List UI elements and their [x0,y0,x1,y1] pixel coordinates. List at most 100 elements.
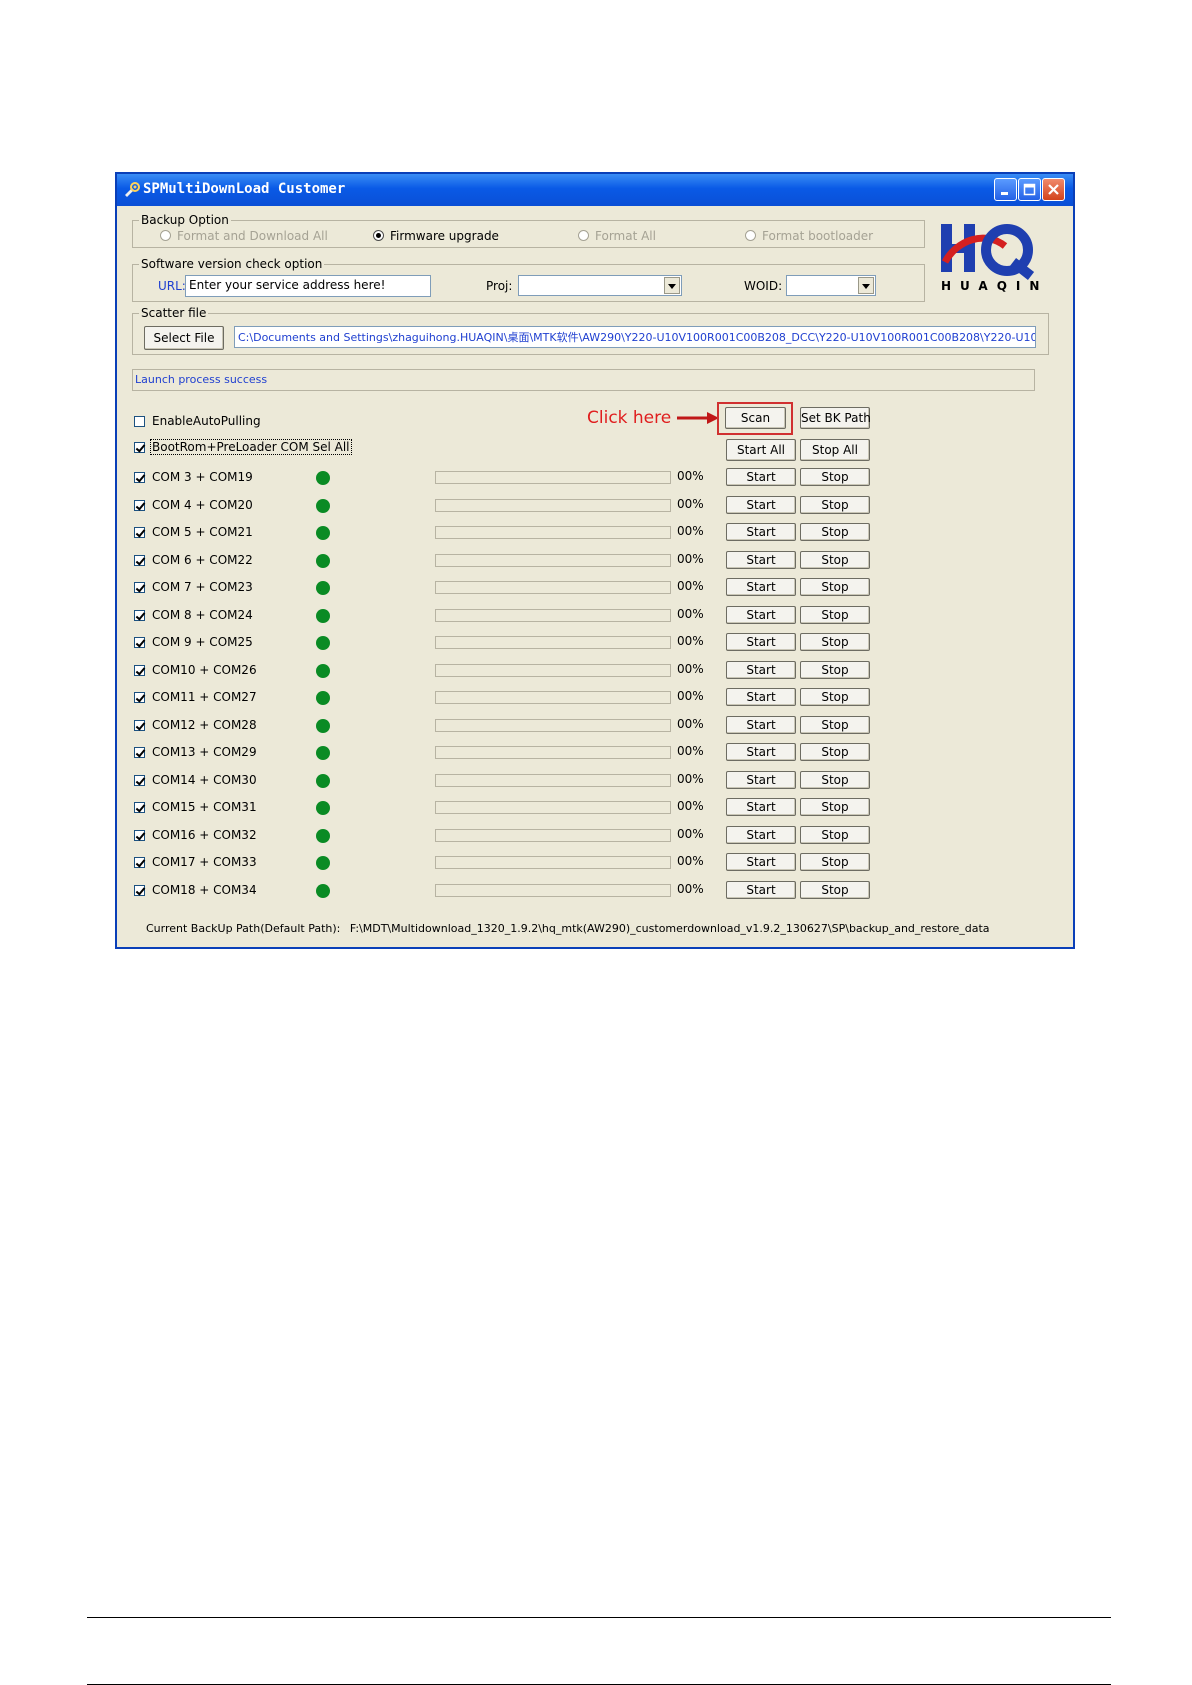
scan-button[interactable]: Scan [725,407,786,429]
radio-firmware-upgrade[interactable]: Firmware upgrade [373,229,499,243]
start-button[interactable]: Start [726,770,796,789]
progress-percent: 00% [677,469,704,483]
scatter-path-field[interactable]: C:\Documents and Settings\zhaguihong.HUA… [234,326,1036,348]
radio-format-download-all[interactable]: Format and Download All [160,229,328,243]
start-button[interactable]: Start [726,578,796,596]
port-checkbox[interactable] [134,692,145,703]
port-checkbox[interactable] [134,499,145,511]
title-bar[interactable]: SPMultiDownLoad Customer [117,174,1073,206]
stop-button[interactable]: Stop [800,605,870,624]
scatter-file-legend: Scatter file [139,306,209,320]
port-row: COM 9 + COM25 00% Start Stop [117,630,1073,657]
port-label: COM 8 + COM24 [152,607,253,622]
stop-all-button[interactable]: Stop All [800,439,870,461]
minimize-button[interactable] [994,178,1017,201]
progress-bar [435,773,671,787]
stop-button[interactable]: Stop [800,633,870,651]
start-button[interactable]: Start [726,880,796,899]
port-row: COM16 + COM32 00% Start Stop [117,823,1073,850]
progress-bar [435,608,671,622]
status-dot-icon [316,801,330,815]
progress-bar [435,636,671,649]
port-label: COM 7 + COM23 [152,580,253,594]
huaqin-logo: HUAQIN [937,216,1057,296]
stop-button[interactable]: Stop [800,660,870,679]
stop-button[interactable]: Stop [800,853,870,871]
start-button[interactable]: Start [726,495,796,514]
stop-button[interactable]: Stop [800,550,870,569]
status-dot-icon [316,663,330,678]
stop-button[interactable]: Stop [800,495,870,514]
stop-button[interactable]: Stop [800,743,870,761]
radio-format-bootloader[interactable]: Format bootloader [745,229,873,243]
start-button[interactable]: Start [726,468,796,486]
stop-button[interactable]: Stop [800,468,870,486]
radio-label: Format All [595,229,656,243]
version-check-group: Software version check option URL: Enter… [132,257,925,302]
start-button[interactable]: Start [726,715,796,734]
port-checkbox[interactable] [134,582,145,593]
stop-button[interactable]: Stop [800,825,870,844]
port-checkbox[interactable] [134,527,145,538]
port-label: COM 5 + COM21 [152,525,253,539]
radio-circle-icon [578,230,589,241]
port-checkbox[interactable] [134,472,145,483]
progress-bar [435,883,671,897]
woid-dropdown[interactable] [786,275,876,296]
stop-button[interactable]: Stop [800,798,870,816]
enable-auto-pulling-label: EnableAutoPulling [152,414,261,428]
port-checkbox[interactable] [134,609,145,621]
stop-button[interactable]: Stop [800,770,870,789]
port-checkbox[interactable] [134,664,145,676]
start-button[interactable]: Start [726,550,796,569]
port-row: COM 6 + COM22 00% Start Stop [117,548,1073,575]
backup-path-value: F:\MDT\Multidownload_1320_1.9.2\hq_mtk(A… [349,922,990,935]
port-checkbox[interactable] [134,554,145,566]
close-button[interactable] [1042,178,1065,201]
status-dot-icon [316,828,330,843]
port-checkbox[interactable] [134,884,145,896]
stop-button[interactable]: Stop [800,523,870,541]
port-checkbox[interactable] [134,747,145,758]
start-button[interactable]: Start [726,853,796,871]
port-row: COM18 + COM34 00% Start Stop [117,878,1073,905]
port-label: COM 4 + COM20 [152,497,253,512]
enable-auto-pulling-checkbox[interactable] [134,416,145,427]
progress-bar [435,828,671,842]
port-checkbox[interactable] [134,719,145,731]
stop-button[interactable]: Stop [800,578,870,596]
backup-option-legend: Backup Option [139,213,231,227]
stop-button[interactable]: Stop [800,688,870,706]
port-checkbox[interactable] [134,774,145,786]
progress-percent: 00% [677,496,704,511]
port-label: COM15 + COM31 [152,800,257,814]
port-checkbox[interactable] [134,857,145,868]
progress-percent: 00% [677,799,704,813]
start-button[interactable]: Start [726,798,796,816]
start-button[interactable]: Start [726,605,796,624]
chevron-down-icon[interactable] [664,277,680,294]
app-window: SPMultiDownLoad Customer Backup Option F… [115,172,1075,949]
start-all-button[interactable]: Start All [726,439,796,461]
stop-button[interactable]: Stop [800,880,870,899]
url-input[interactable]: Enter your service address here! [185,275,431,297]
port-checkbox[interactable] [134,829,145,841]
start-button[interactable]: Start [726,825,796,844]
stop-button[interactable]: Stop [800,715,870,734]
port-checkbox[interactable] [134,637,145,648]
port-row: COM 3 + COM19 00% Start Stop [117,465,1073,492]
chevron-down-icon[interactable] [858,277,874,294]
select-file-button[interactable]: Select File [144,326,224,350]
start-button[interactable]: Start [726,523,796,541]
set-bk-path-button[interactable]: Set BK Path [800,407,871,429]
radio-format-all[interactable]: Format All [578,229,656,243]
sel-all-checkbox[interactable] [134,442,145,453]
port-row: COM 7 + COM23 00% Start Stop [117,575,1073,602]
proj-dropdown[interactable] [518,275,682,296]
port-checkbox[interactable] [134,802,145,813]
start-button[interactable]: Start [726,743,796,761]
start-button[interactable]: Start [726,688,796,706]
start-button[interactable]: Start [726,660,796,679]
start-button[interactable]: Start [726,633,796,651]
maximize-button[interactable] [1018,178,1041,201]
